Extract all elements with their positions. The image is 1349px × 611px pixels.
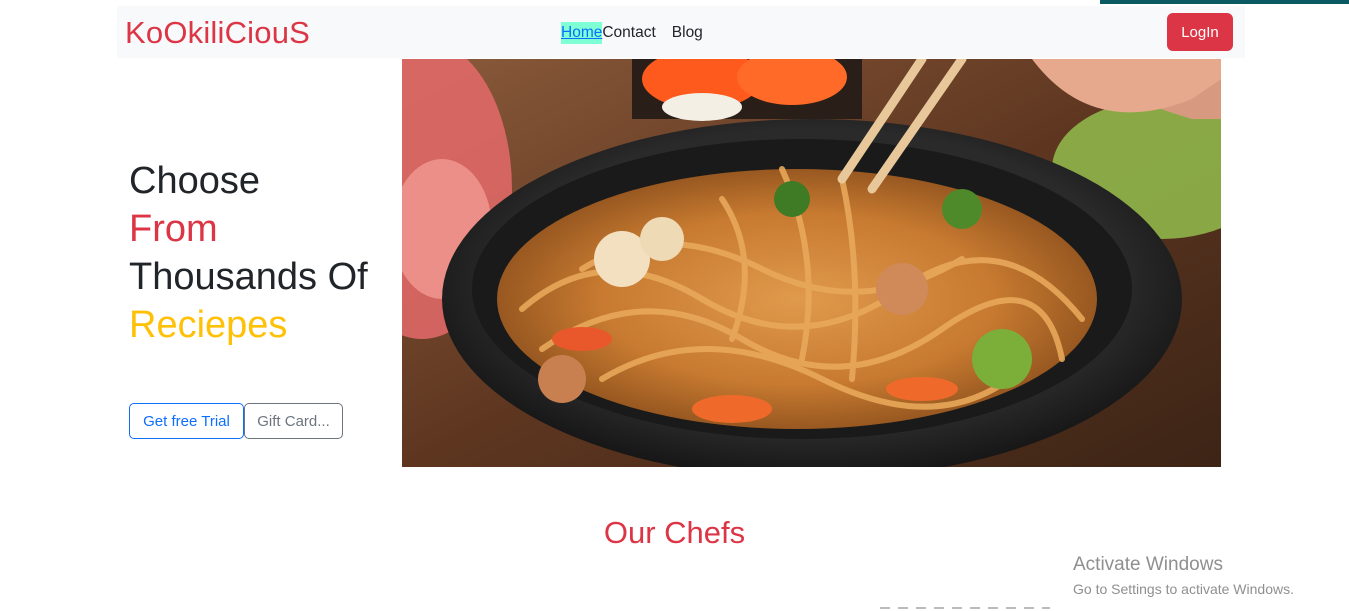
- hero-line-thousands: Thousands Of: [129, 256, 368, 298]
- hero-food-image: [402, 59, 1221, 467]
- hero-button-group: Get free Trial Gift Card...: [129, 403, 343, 439]
- nav-link-contact[interactable]: Contact: [602, 22, 655, 44]
- activate-windows-title: Activate Windows: [1073, 554, 1223, 575]
- dashed-divider: [880, 607, 1050, 609]
- activate-windows-subtitle: Go to Settings to activate Windows.: [1073, 581, 1294, 597]
- section-title-our-chefs: Our Chefs: [603, 515, 746, 550]
- hero-line-choose: Choose: [129, 160, 260, 202]
- top-accent-bar: [1100, 0, 1349, 4]
- activate-windows-watermark: Activate Windows Go to Settings to activ…: [1073, 553, 1294, 599]
- brand-logo[interactable]: KoOkiliCiouS: [125, 15, 310, 51]
- navbar: KoOkiliCiouS Home Contact Blog LogIn: [117, 6, 1245, 58]
- nav-links: Home Contact Blog: [561, 22, 703, 44]
- login-button[interactable]: LogIn: [1167, 13, 1233, 51]
- hero-line-recipes: Reciepes: [129, 304, 288, 346]
- hero-line-from: From: [129, 208, 218, 250]
- nav-link-home[interactable]: Home: [561, 22, 603, 44]
- free-trial-button[interactable]: Get free Trial: [129, 403, 244, 439]
- hero-headline: Choose From Thousands Of Reciepes: [129, 157, 368, 349]
- nav-link-blog[interactable]: Blog: [672, 22, 703, 44]
- gift-card-button[interactable]: Gift Card...: [244, 403, 343, 439]
